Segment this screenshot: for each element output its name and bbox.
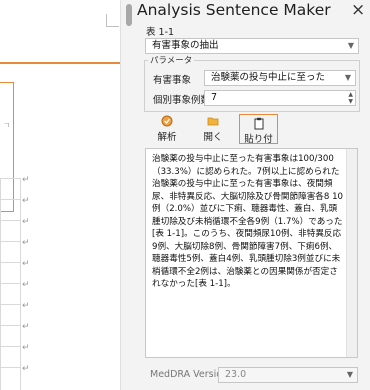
paragraph-mark: ↵ xyxy=(22,196,30,206)
paste-button[interactable]: 貼り付け xyxy=(239,114,278,159)
chevron-down-icon: ▼ xyxy=(346,370,353,379)
paragraph-mark: ↵ xyxy=(22,343,30,353)
meddra-select[interactable]: 23.0 ▼ xyxy=(218,367,358,383)
analyze-button[interactable]: 解析 xyxy=(150,115,184,143)
paragraph-mark: ↵ xyxy=(22,322,30,332)
output-textbox[interactable]: 治験薬の投与中止に至った有害事象は100/300（33.3%）に認められた。7例… xyxy=(145,148,358,358)
doc-marker-glyph: ㄱ xyxy=(3,121,11,130)
pane-title: Analysis Sentence Maker xyxy=(137,1,331,19)
spinner-icon[interactable]: ▲ ▼ xyxy=(348,91,353,105)
paragraph-mark: ↵ xyxy=(22,217,30,227)
meddra-label: MedDRA Version xyxy=(150,369,229,380)
document-area[interactable]: ㄱ ↵ ↵ ↵ ↵ ↵ ↵ ↵ ↵ ↵ ↵ xyxy=(0,0,120,390)
paragraph-mark: ↵ xyxy=(22,280,30,290)
chevron-down-icon: ▼ xyxy=(344,73,351,82)
output-text: 治験薬の投与中止に至った有害事象は100/300（33.3%）に認められた。7例… xyxy=(152,154,344,289)
category-select-value: 有害事象の抽出 xyxy=(152,40,219,51)
paragraph-mark: ↵ xyxy=(22,238,30,248)
page-corner-mark xyxy=(106,14,119,27)
analyze-label: 解析 xyxy=(157,132,177,143)
paragraph-mark: ↵ xyxy=(22,259,30,269)
analyze-icon xyxy=(161,115,173,127)
table-label: 表 1-1 xyxy=(146,27,175,38)
count-label: 個別事象例数 xyxy=(153,95,211,106)
open-label: 開く xyxy=(203,132,223,143)
event-select-value: 治験薬の投与中止に至った xyxy=(211,72,326,83)
parameter-group-label: パラメータ xyxy=(148,54,195,66)
paragraph-mark: ↵ xyxy=(22,364,30,374)
count-input[interactable]: 7 ▲ ▼ xyxy=(204,90,356,106)
close-button[interactable]: × xyxy=(351,0,365,20)
folder-open-icon xyxy=(207,117,219,126)
chevron-down-icon: ▼ xyxy=(347,41,354,50)
pane-resize-grip[interactable] xyxy=(126,4,132,26)
paragraph-mark: ↵ xyxy=(22,175,30,185)
clipboard-paste-icon xyxy=(254,117,263,130)
count-input-value: 7 xyxy=(211,92,218,103)
meddra-select-value: 23.0 xyxy=(225,369,247,380)
output-scrollbar[interactable] xyxy=(346,149,357,357)
event-select[interactable]: 治験薬の投与中止に至った ▼ xyxy=(204,70,356,86)
event-label: 有害事象 xyxy=(153,75,192,86)
paragraph-mark: ↵ xyxy=(22,301,30,311)
category-select[interactable]: 有害事象の抽出 ▼ xyxy=(145,38,359,54)
selected-text-frame xyxy=(0,82,14,212)
open-button[interactable]: 開く xyxy=(196,115,230,143)
